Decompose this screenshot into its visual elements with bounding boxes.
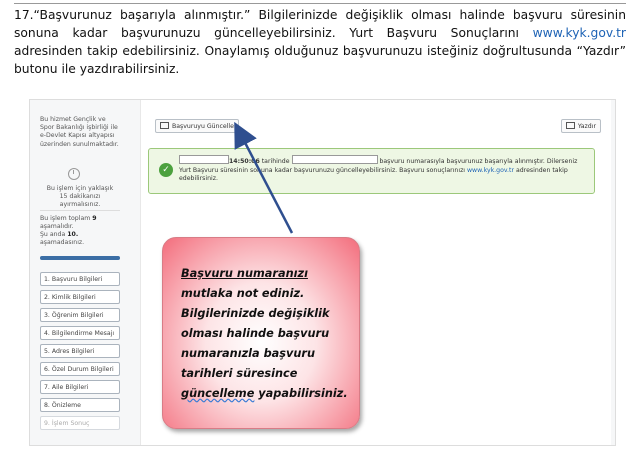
callout-line: numaranızla başvuru <box>181 347 316 360</box>
callout-text: Başvuru numaranızı mutlaka not ediniz. B… <box>181 264 357 404</box>
callout-line: tarihleri süresince <box>181 367 298 380</box>
callout-line: Başvuru numaranızı <box>181 267 308 280</box>
callout-line: olması halinde başvuru <box>181 327 330 340</box>
callout-line: güncelleme <box>181 387 255 400</box>
callout-line: Bilgilerinizde değişiklik <box>181 307 330 320</box>
callout-line: mutlaka not ediniz. <box>181 287 305 300</box>
callout-line: yapabilirsiniz. <box>254 387 348 400</box>
note-callout: Başvuru numaranızı mutlaka not ediniz. B… <box>162 237 360 429</box>
